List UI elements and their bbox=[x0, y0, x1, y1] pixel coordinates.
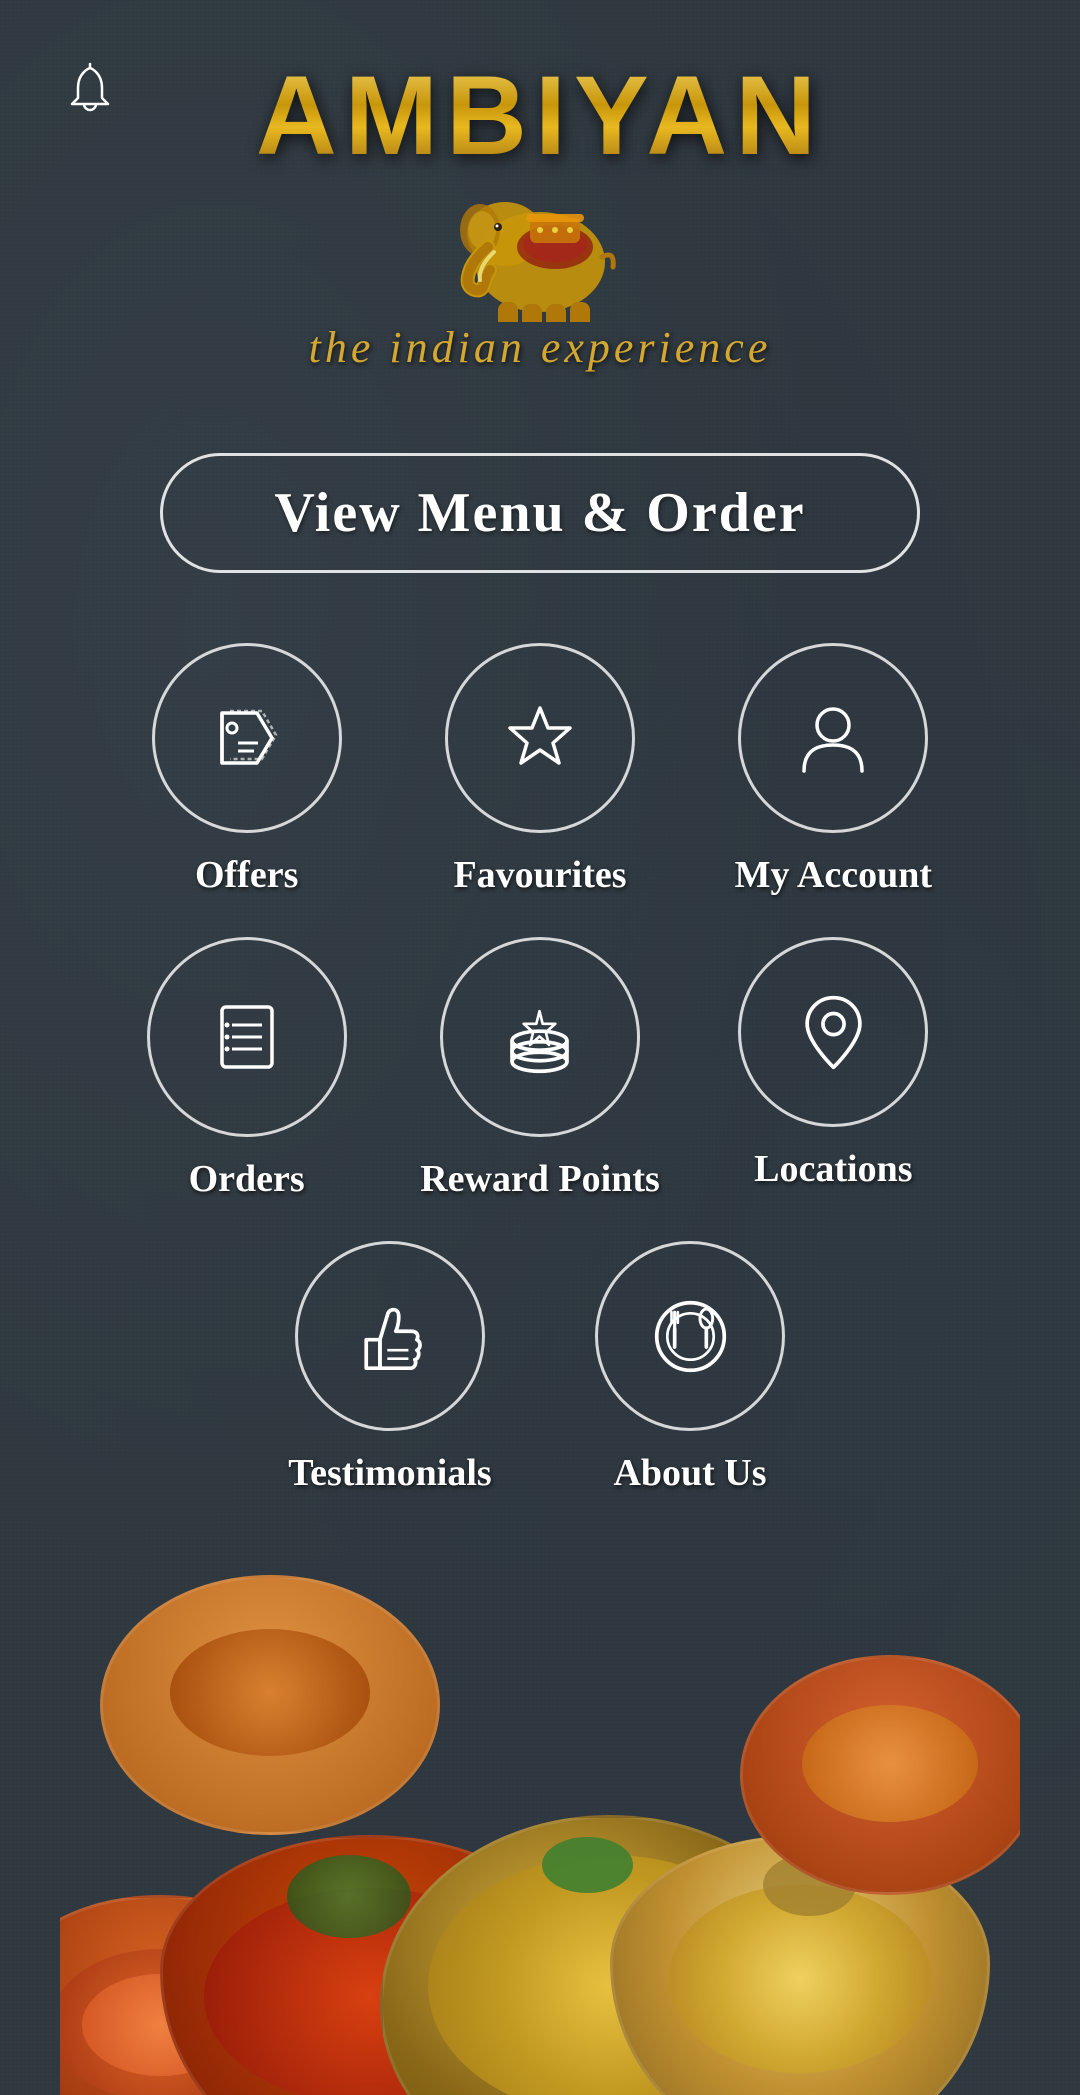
view-menu-button[interactable]: View Menu & Order bbox=[160, 453, 920, 573]
thumbs-up-icon bbox=[343, 1289, 438, 1384]
reward-points-label: Reward Points bbox=[420, 1157, 660, 1201]
orders-label: Orders bbox=[189, 1157, 305, 1201]
food-images-section bbox=[60, 1495, 1020, 2095]
tag-icon bbox=[202, 693, 292, 783]
food-image-5 bbox=[740, 1655, 1020, 1895]
menu-item-my-account[interactable]: My Account bbox=[697, 643, 970, 897]
menu-item-testimonials[interactable]: Testimonials bbox=[250, 1241, 530, 1495]
menu-item-offers[interactable]: Offers bbox=[110, 643, 383, 897]
offers-circle bbox=[152, 643, 342, 833]
testimonials-circle bbox=[295, 1241, 485, 1431]
location-icon bbox=[786, 985, 881, 1080]
star-icon bbox=[495, 693, 585, 783]
menu-grid-row1: Offers Favourites My Account bbox=[110, 643, 970, 1201]
testimonials-label: Testimonials bbox=[288, 1451, 491, 1495]
app-subtitle: the indian experience bbox=[309, 322, 772, 373]
reward-icon bbox=[492, 990, 587, 1085]
my-account-label: My Account bbox=[735, 853, 932, 897]
menu-item-favourites[interactable]: Favourites bbox=[403, 643, 676, 897]
menu-item-orders[interactable]: Orders bbox=[110, 937, 383, 1201]
orders-circle bbox=[147, 937, 347, 1137]
plate-icon bbox=[643, 1289, 738, 1384]
locations-circle bbox=[738, 937, 928, 1127]
elephant-logo bbox=[440, 162, 640, 322]
favourites-label: Favourites bbox=[453, 853, 626, 897]
offers-label: Offers bbox=[195, 853, 298, 897]
menu-item-locations[interactable]: Locations bbox=[697, 937, 970, 1201]
menu-grid-row2: Testimonials A bbox=[250, 1241, 830, 1495]
food-image-6 bbox=[100, 1575, 440, 1835]
reward-points-circle bbox=[440, 937, 640, 1137]
app-header: AMBIYAN bbox=[60, 0, 1020, 373]
about-us-label: About Us bbox=[613, 1451, 766, 1495]
list-icon bbox=[202, 992, 292, 1082]
about-us-circle bbox=[595, 1241, 785, 1431]
menu-item-reward-points[interactable]: Reward Points bbox=[403, 937, 676, 1201]
person-icon bbox=[788, 693, 878, 783]
my-account-circle bbox=[738, 643, 928, 833]
locations-label: Locations bbox=[754, 1147, 912, 1191]
menu-item-about-us[interactable]: About Us bbox=[550, 1241, 830, 1495]
favourites-circle bbox=[445, 643, 635, 833]
app-logo-text: AMBIYAN bbox=[256, 60, 824, 172]
